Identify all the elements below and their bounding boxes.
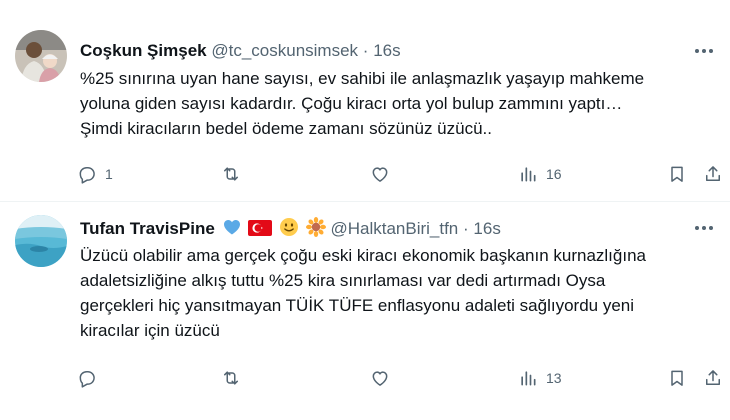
share-icon xyxy=(706,370,720,385)
bookmark-button[interactable] xyxy=(667,366,687,390)
retweet-button[interactable] xyxy=(221,366,249,390)
turkish-flag-emoji xyxy=(248,219,273,243)
views-button[interactable]: 13 xyxy=(518,366,562,390)
more-options-button[interactable] xyxy=(690,40,718,62)
tweet-text-line: kiracılar için üzücü xyxy=(80,321,220,340)
reply-icon xyxy=(79,167,95,184)
retweet-button[interactable] xyxy=(221,162,249,186)
retweet-icon xyxy=(224,371,238,385)
separator: · xyxy=(362,41,369,60)
tweet-actions: 13 xyxy=(0,366,730,390)
author-handle[interactable]: @tc_coskunsimsek xyxy=(211,41,358,60)
timestamp[interactable]: 16s xyxy=(473,219,500,238)
view-count: 16 xyxy=(546,166,562,182)
author-handle[interactable]: @HalktanBiri_tfn xyxy=(330,219,458,238)
views-button[interactable]: 16 xyxy=(518,162,562,186)
more-icon xyxy=(695,226,713,230)
tweet-text-line: yoluna giden sayısı kadardır. Çoğu kirac… xyxy=(80,94,623,113)
tweet-text-line: gerçekleri hiç yansıtmayan TÜİK TÜFE enf… xyxy=(80,296,635,315)
more-options-button[interactable] xyxy=(690,217,718,239)
avatar[interactable] xyxy=(15,30,67,82)
view-count: 13 xyxy=(546,370,562,386)
tweet-text-line: Üzücü olabilir ama gerçek çoğu eski kira… xyxy=(80,246,646,265)
bookmark-icon xyxy=(671,370,683,386)
blue-heart-emoji xyxy=(222,217,242,243)
like-button[interactable] xyxy=(370,162,398,186)
timestamp[interactable]: 16s xyxy=(373,41,400,60)
separator: · xyxy=(463,219,469,238)
tweet-actions: 1 16 xyxy=(0,162,730,186)
reply-icon xyxy=(79,371,95,388)
retweet-icon xyxy=(224,167,238,181)
reply-button[interactable] xyxy=(77,366,105,390)
tweet-text-line: Şimdi kiracıların bedel ödeme zamanı söz… xyxy=(80,119,492,138)
tweet-header: Tufan TravisPine @HalktanBiri_tfn · 16s xyxy=(80,217,670,239)
share-button[interactable] xyxy=(703,162,723,186)
heart-icon xyxy=(372,167,388,182)
views-icon xyxy=(521,167,536,182)
share-icon xyxy=(706,166,720,181)
bookmark-button[interactable] xyxy=(667,162,687,186)
more-icon xyxy=(695,49,713,53)
views-icon xyxy=(521,371,536,386)
author-name[interactable]: Tufan TravisPine xyxy=(80,219,215,238)
tweet[interactable]: Tufan TravisPine @HalktanBiri_tfn · 16s … xyxy=(0,202,730,420)
tweet-text-line: adaletsizliğine alkış tuttu %25 kira sın… xyxy=(80,271,606,290)
bookmark-icon xyxy=(671,166,683,182)
tweet-header: Coşkun Şimşek @tc_coskunsimsek · 16s xyxy=(80,40,670,62)
heart-icon xyxy=(372,371,388,386)
share-button[interactable] xyxy=(703,366,723,390)
reply-button[interactable]: 1 xyxy=(77,162,113,186)
tweet-text: %25 sınırına uyan hane sayısı, ev sahibi… xyxy=(80,66,710,141)
sunflower-emoji xyxy=(305,217,326,243)
tweet-text-line: %25 sınırına uyan hane sayısı, ev sahibi… xyxy=(80,69,645,88)
smiling-face-emoji xyxy=(279,217,299,243)
tweet[interactable]: Coşkun Şimşek @tc_coskunsimsek · 16s %25… xyxy=(0,0,730,202)
avatar[interactable] xyxy=(15,215,67,267)
tweet-text: Üzücü olabilir ama gerçek çoğu eski kira… xyxy=(80,243,710,343)
like-button[interactable] xyxy=(370,366,398,390)
author-name[interactable]: Coşkun Şimşek xyxy=(80,41,207,60)
reply-count: 1 xyxy=(105,166,113,182)
